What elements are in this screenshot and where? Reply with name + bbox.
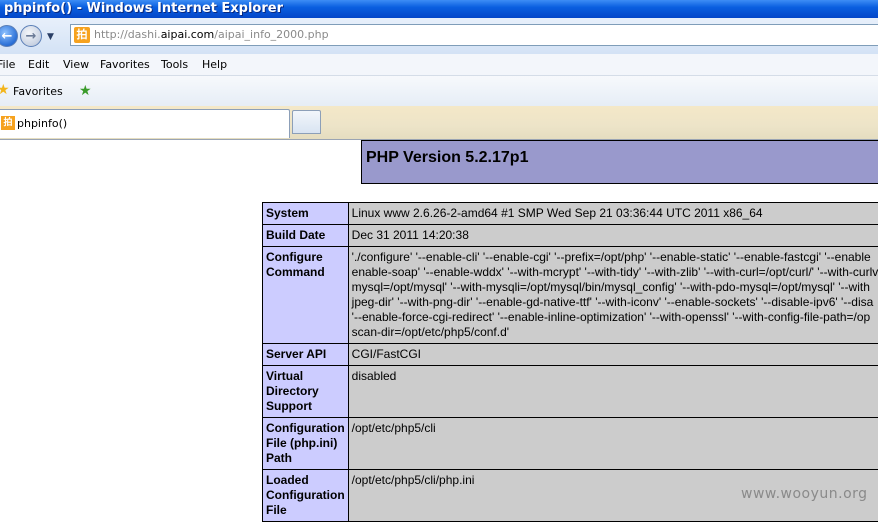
- add-to-favorites-icon[interactable]: ★: [79, 83, 92, 99]
- php-info-table: SystemLinux www 2.6.26-2-amd64 #1 SMP We…: [262, 202, 878, 522]
- favorites-star-icon[interactable]: ★: [0, 82, 10, 98]
- table-row: Build DateDec 31 2011 14:20:38: [263, 225, 878, 247]
- row-value: Linux www 2.6.26-2-amd64 #1 SMP Wed Sep …: [348, 203, 878, 225]
- row-key: System: [263, 203, 349, 225]
- favorites-button[interactable]: Favorites: [13, 85, 63, 98]
- site-favicon-icon: 拍: [74, 27, 90, 43]
- table-row: Configure Command'./configure' '--enable…: [263, 247, 878, 344]
- menu-edit[interactable]: Edit: [28, 58, 49, 71]
- back-arrow-icon: ←: [2, 29, 13, 44]
- forward-button[interactable]: →: [20, 25, 42, 47]
- row-value-line: scan-dir=/opt/etc/php5/conf.d': [352, 325, 878, 340]
- tab-bar: 拍 phpinfo(): [0, 106, 878, 140]
- menu-tools[interactable]: Tools: [161, 58, 188, 71]
- php-version-header: PHP Version 5.2.17p1: [361, 140, 878, 184]
- tab-favicon-icon: 拍: [1, 116, 15, 130]
- row-key: Server API: [263, 344, 349, 366]
- row-key: Loaded Configuration File: [263, 470, 349, 522]
- row-value-line: /opt/etc/php5/cli: [352, 421, 878, 436]
- row-value-line: CGI/FastCGI: [352, 347, 878, 362]
- row-key: Virtual Directory Support: [263, 366, 349, 418]
- favorites-bar: ★ Favorites ★: [0, 76, 878, 107]
- menu-file[interactable]: File: [0, 58, 15, 71]
- address-url[interactable]: http://dashi.aipai.com/aipai_info_2000.p…: [94, 28, 329, 41]
- address-bar[interactable]: 拍 http://dashi.aipai.com/aipai_info_2000…: [70, 24, 878, 46]
- row-value-line: Dec 31 2011 14:20:38: [352, 228, 878, 243]
- menu-view[interactable]: View: [63, 58, 89, 71]
- new-tab-button[interactable]: [292, 110, 321, 134]
- title-bar: phpinfo() - Windows Internet Explorer: [0, 0, 878, 18]
- row-key: Configure Command: [263, 247, 349, 344]
- table-row: Configuration File (php.ini) Path/opt/et…: [263, 418, 878, 470]
- row-value: /opt/etc/php5/cli: [348, 418, 878, 470]
- row-value-line: Linux www 2.6.26-2-amd64 #1 SMP Wed Sep …: [352, 206, 878, 221]
- row-key: Configuration File (php.ini) Path: [263, 418, 349, 470]
- address-toolbar: ← → ▼ 拍 http://dashi.aipai.com/aipai_inf…: [0, 18, 878, 54]
- row-value-line: './configure' '--enable-cli' '--enable-c…: [352, 250, 878, 265]
- table-row: SystemLinux www 2.6.26-2-amd64 #1 SMP We…: [263, 203, 878, 225]
- menu-bar: File Edit View Favorites Tools Help: [0, 54, 878, 76]
- table-row: Virtual Directory Supportdisabled: [263, 366, 878, 418]
- menu-help[interactable]: Help: [202, 58, 227, 71]
- row-value: CGI/FastCGI: [348, 344, 878, 366]
- window-title: phpinfo() - Windows Internet Explorer: [4, 0, 283, 17]
- row-value: Dec 31 2011 14:20:38: [348, 225, 878, 247]
- row-key: Build Date: [263, 225, 349, 247]
- back-button[interactable]: ←: [0, 25, 18, 47]
- row-value: disabled: [348, 366, 878, 418]
- watermark: www.wooyun.org: [741, 486, 868, 502]
- page-content: PHP Version 5.2.17p1 SystemLinux www 2.6…: [0, 140, 878, 504]
- forward-arrow-icon: →: [26, 29, 37, 44]
- row-value-line: mysql=/opt/mysql' '--with-mysqli=/opt/my…: [352, 280, 878, 295]
- tab-phpinfo[interactable]: 拍 phpinfo(): [0, 109, 290, 138]
- row-value-line: '--enable-force-cgi-redirect' '--enable-…: [352, 310, 878, 325]
- row-value: './configure' '--enable-cli' '--enable-c…: [348, 247, 878, 344]
- recent-pages-dropdown-icon[interactable]: ▼: [47, 32, 54, 42]
- menu-favorites[interactable]: Favorites: [100, 58, 150, 71]
- row-value-line: disabled: [352, 369, 878, 384]
- row-value-line: jpeg-dir' '--with-png-dir' '--enable-gd-…: [352, 295, 878, 310]
- row-value-line: enable-soap' '--enable-wddx' '--with-mcr…: [352, 265, 878, 280]
- php-version-title: PHP Version 5.2.17p1: [366, 149, 528, 167]
- tab-label: phpinfo(): [17, 117, 67, 130]
- table-row: Server APICGI/FastCGI: [263, 344, 878, 366]
